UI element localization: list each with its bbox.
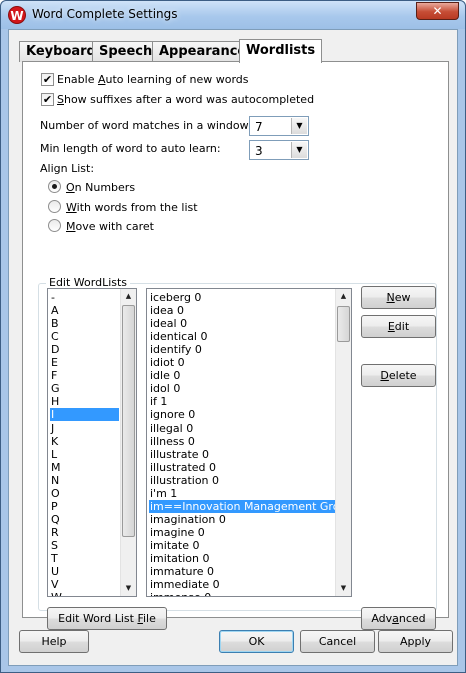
word-list-item[interactable]: illustrated 0: [149, 461, 216, 474]
dialog-window: W Word Complete Settings ✕ Keyboard Spee…: [0, 0, 466, 673]
window-title: Word Complete Settings: [32, 7, 178, 21]
letter-list-item[interactable]: O: [50, 487, 119, 500]
edit-word-list-file-button[interactable]: Edit Word List File: [47, 607, 167, 630]
word-list-item[interactable]: identify 0: [149, 343, 202, 356]
close-button[interactable]: ✕: [416, 2, 459, 20]
letter-list-item[interactable]: E: [50, 356, 119, 369]
word-list-item[interactable]: illustrate 0: [149, 448, 209, 461]
align-with-words-radio[interactable]: [48, 200, 61, 213]
word-list-item[interactable]: idea 0: [149, 304, 184, 317]
min-length-value: 3: [255, 144, 263, 158]
scroll-up-icon[interactable]: ▲: [336, 289, 351, 304]
letters-scrollbar[interactable]: ▲ ▼: [120, 289, 136, 596]
word-list-item[interactable]: imagination 0: [149, 513, 226, 526]
word-list-item[interactable]: identical 0: [149, 330, 208, 343]
chevron-down-icon[interactable]: ▼: [291, 118, 307, 134]
word-list-item[interactable]: if 1: [149, 395, 167, 408]
letter-list-item[interactable]: H: [50, 395, 119, 408]
show-suffixes-checkbox[interactable]: ✔: [41, 93, 54, 106]
word-list-item[interactable]: illness 0: [149, 435, 195, 448]
letter-list-item[interactable]: W: [50, 591, 119, 596]
word-list-item[interactable]: idiot 0: [149, 356, 185, 369]
chevron-down-icon[interactable]: ▼: [291, 142, 307, 158]
letter-list-item[interactable]: J: [50, 422, 119, 435]
title-bar[interactable]: W Word Complete Settings ✕: [1, 1, 465, 29]
show-suffixes-label[interactable]: Show suffixes after a word was autocompl…: [57, 93, 314, 106]
scroll-up-icon[interactable]: ▲: [121, 289, 136, 304]
word-list-item[interactable]: immense 0: [149, 591, 211, 596]
letter-list-item[interactable]: V: [50, 578, 119, 591]
wordlists-panel: ✔ Enable Auto learning of new words ✔ Sh…: [22, 61, 449, 630]
auto-learning-checkbox[interactable]: ✔: [41, 73, 54, 86]
words-listbox[interactable]: iceberg 0 idea 0 ideal 0 identical 0 identif…: [146, 288, 352, 597]
letter-list-item[interactable]: S: [50, 539, 119, 552]
align-on-numbers-label[interactable]: On Numbers: [66, 181, 135, 194]
scroll-down-icon[interactable]: ▼: [336, 581, 351, 596]
letter-list-item[interactable]: P: [50, 500, 119, 513]
letter-list-item[interactable]: U: [50, 565, 119, 578]
tab-wordlists[interactable]: Wordlists: [239, 39, 323, 63]
edit-button[interactable]: Edit: [361, 315, 436, 338]
letter-list-item[interactable]: F: [50, 369, 119, 382]
new-button[interactable]: New: [361, 286, 436, 309]
letter-list-item[interactable]: K: [50, 435, 119, 448]
align-with-words-label[interactable]: With words from the list: [66, 201, 198, 214]
letter-list-item[interactable]: -: [50, 291, 119, 304]
letter-list-item[interactable]: T: [50, 552, 119, 565]
word-matches-label: Number of word matches in a window:: [40, 119, 252, 132]
app-logo-icon: W: [8, 6, 26, 24]
ok-button[interactable]: OK: [219, 630, 294, 653]
tab-speech[interactable]: Speech: [92, 41, 160, 62]
word-list-item[interactable]: immature 0: [149, 565, 214, 578]
auto-learning-label[interactable]: Enable Auto learning of new words: [57, 73, 248, 86]
letter-list-item[interactable]: Q: [50, 513, 119, 526]
word-list-item[interactable]: i'm 1: [149, 487, 177, 500]
scroll-thumb[interactable]: [122, 305, 135, 537]
letter-list-item[interactable]: C: [50, 330, 119, 343]
word-list-item[interactable]: idol 0: [149, 382, 180, 395]
word-list-item[interactable]: iceberg 0: [149, 291, 201, 304]
word-list-item[interactable]: imagine 0: [149, 526, 205, 539]
apply-button[interactable]: Apply: [378, 630, 453, 653]
letter-list-item[interactable]: G: [50, 382, 119, 395]
word-list-item[interactable]: immediate 0: [149, 578, 220, 591]
min-length-select[interactable]: 3 ▼: [249, 140, 309, 160]
letter-list-item[interactable]: D: [50, 343, 119, 356]
letter-list-item[interactable]: L: [50, 448, 119, 461]
scroll-thumb[interactable]: [337, 306, 350, 342]
letter-list-item[interactable]: B: [50, 317, 119, 330]
word-list-item[interactable]: ideal 0: [149, 317, 187, 330]
word-list-item[interactable]: idle 0: [149, 369, 180, 382]
align-move-caret-radio[interactable]: [48, 219, 61, 232]
word-matches-select[interactable]: 7 ▼: [249, 116, 309, 136]
word-list-item[interactable]: ignore 0: [149, 408, 195, 421]
scroll-down-icon[interactable]: ▼: [121, 581, 136, 596]
word-list-item[interactable]: im==Innovation Management Group 5: [149, 499, 351, 513]
letter-list-item[interactable]: N: [50, 474, 119, 487]
align-list-label: Align List:: [40, 162, 95, 175]
dialog-client: Keyboard Speech Appearance Wordlists ✔ E…: [8, 29, 458, 666]
words-scrollbar[interactable]: ▲ ▼: [335, 289, 351, 596]
letter-list-item[interactable]: M: [50, 461, 119, 474]
align-move-caret-label[interactable]: Move with caret: [66, 220, 154, 233]
letter-list-item[interactable]: R: [50, 526, 119, 539]
letter-list-item[interactable]: A: [50, 304, 119, 317]
letters-listbox[interactable]: -ABCDEFGHIJKLMNOPQRSTUVW ▲ ▼: [47, 288, 137, 597]
min-length-label: Min length of word to auto learn:: [40, 142, 221, 155]
letter-list-item[interactable]: I: [50, 408, 119, 422]
tab-keyboard[interactable]: Keyboard: [19, 41, 103, 62]
word-list-item[interactable]: illegal 0: [149, 422, 193, 435]
advanced-button[interactable]: Advanced: [361, 607, 436, 630]
word-matches-value: 7: [255, 120, 263, 134]
align-on-numbers-radio[interactable]: [48, 180, 61, 193]
word-list-item[interactable]: imitate 0: [149, 539, 199, 552]
word-list-item[interactable]: illustration 0: [149, 474, 219, 487]
cancel-button[interactable]: Cancel: [300, 630, 375, 653]
word-list-item[interactable]: imitation 0: [149, 552, 209, 565]
delete-button[interactable]: Delete: [361, 364, 436, 387]
help-button[interactable]: Help: [19, 630, 89, 653]
